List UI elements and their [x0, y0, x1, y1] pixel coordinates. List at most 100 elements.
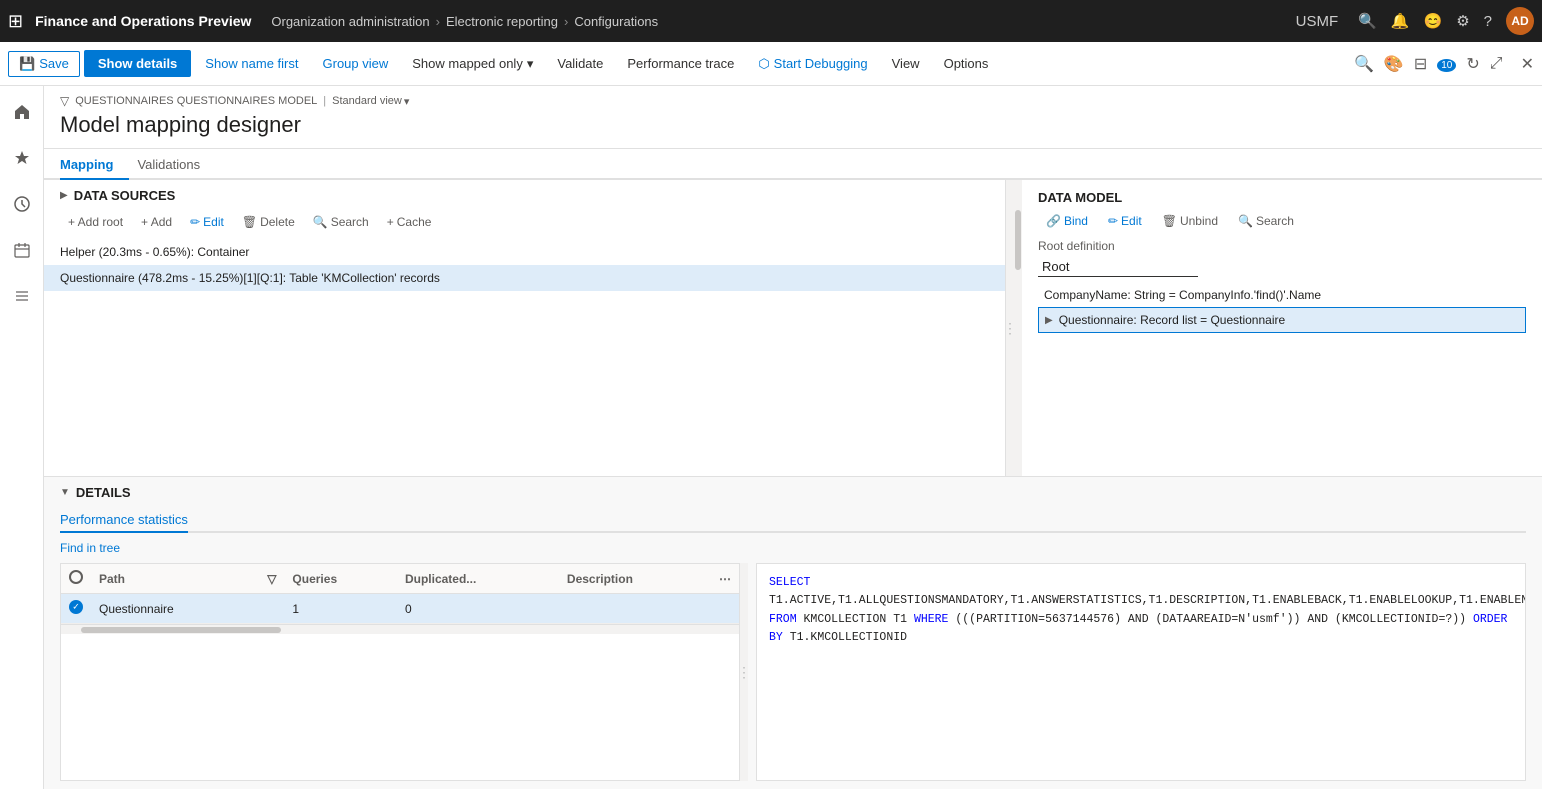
- dm-edit-label: Edit: [1121, 214, 1142, 228]
- dm-toolbar: 🔗 Bind ✏ Edit 🗑 Unbind 🔍: [1038, 211, 1526, 231]
- table-row[interactable]: Questionnaire 1 0: [61, 594, 739, 624]
- view-label: View: [892, 56, 920, 71]
- search-button[interactable]: 🔍 Search: [305, 211, 377, 233]
- sidebar-item-list[interactable]: [4, 278, 40, 314]
- sql-keyword-where: WHERE: [914, 613, 949, 626]
- show-name-first-button[interactable]: Show name first: [195, 50, 308, 77]
- delete-label: Delete: [260, 215, 295, 229]
- tab-performance-statistics[interactable]: Performance statistics: [60, 508, 188, 533]
- drag-handle[interactable]: [1006, 180, 1014, 476]
- cache-icon: +: [387, 215, 394, 229]
- refresh-icon[interactable]: ↻: [1466, 54, 1479, 74]
- datasources-header: ▶ DATA SOURCES: [44, 180, 1005, 211]
- expand-icon[interactable]: ⤢: [1490, 55, 1503, 73]
- breadcrumb: Organization administration › Electronic…: [271, 14, 1295, 29]
- add-root-button[interactable]: + Add root: [60, 211, 131, 233]
- unbind-button[interactable]: 🗑 Unbind: [1154, 211, 1226, 231]
- details-header[interactable]: ▼ DETAILS: [60, 485, 1526, 500]
- sidebar-item-recent[interactable]: [4, 186, 40, 222]
- close-button[interactable]: ✕: [1521, 54, 1534, 74]
- avatar[interactable]: AD: [1506, 7, 1534, 35]
- dm-edit-button[interactable]: ✏ Edit: [1100, 211, 1150, 231]
- performance-trace-button[interactable]: Performance trace: [617, 50, 744, 77]
- search-icon: 🔍: [313, 215, 328, 229]
- view-dropdown[interactable]: Standard view ▾: [332, 95, 409, 108]
- dm-item-questionnaire[interactable]: ▶ Questionnaire: Record list = Questionn…: [1038, 307, 1526, 333]
- filter-icon[interactable]: ▽: [60, 94, 69, 108]
- tab-mapping[interactable]: Mapping: [60, 149, 129, 180]
- edit-button[interactable]: ✏ Edit: [182, 211, 232, 233]
- row-check[interactable]: [61, 594, 91, 624]
- search-toolbar-icon[interactable]: 🔍: [1354, 54, 1374, 74]
- expand-arrow-icon[interactable]: ▶: [1045, 315, 1053, 326]
- app-grid-icon[interactable]: ⊞: [8, 11, 23, 32]
- save-icon: 💾: [19, 56, 35, 72]
- page-title: Model mapping designer: [60, 112, 1526, 138]
- search-icon: 🔍: [1238, 214, 1253, 228]
- group-view-button[interactable]: Group view: [313, 50, 399, 77]
- save-button[interactable]: 💾 Save: [8, 51, 80, 77]
- details-title: DETAILS: [76, 485, 131, 500]
- cache-button[interactable]: + Cache: [379, 211, 440, 233]
- sidebar-item-home[interactable]: [4, 94, 40, 130]
- row-path: Questionnaire: [91, 594, 259, 624]
- sql-content: T1.ACTIVE,T1.ALLQUESTIONSMANDATORY,T1.AN…: [769, 594, 1526, 607]
- split-icon[interactable]: ⊟: [1414, 54, 1427, 74]
- sql-where-clause: (((PARTITION=5637144576) AND (DATAAREAID…: [955, 613, 1473, 626]
- horizontal-scrollbar[interactable]: [61, 624, 739, 634]
- badge-icon[interactable]: 10: [1437, 55, 1456, 73]
- row-checkbox[interactable]: [69, 600, 83, 614]
- app-title: Finance and Operations Preview: [35, 13, 251, 29]
- datasource-item-helper[interactable]: Helper (20.3ms - 0.65%): Container: [44, 239, 1005, 265]
- show-mapped-only-button[interactable]: Show mapped only ▾: [402, 50, 543, 78]
- smiley-icon[interactable]: 😊: [1424, 12, 1443, 30]
- view-button[interactable]: View: [882, 50, 930, 77]
- breadcrumb-sep-2: ›: [564, 14, 568, 29]
- delete-button[interactable]: 🗑 Delete: [234, 211, 303, 233]
- breadcrumb-er[interactable]: Electronic reporting: [446, 14, 558, 29]
- col-check: [61, 564, 91, 594]
- header-checkbox[interactable]: [69, 570, 83, 584]
- dm-item-companyname[interactable]: CompanyName: String = CompanyInfo.'find(…: [1038, 283, 1526, 307]
- breadcrumb-org[interactable]: Organization administration: [271, 14, 429, 29]
- search-icon[interactable]: 🔍: [1358, 12, 1377, 30]
- sidebar-item-calendar[interactable]: [4, 232, 40, 268]
- add-button[interactable]: + Add: [133, 211, 180, 233]
- options-button[interactable]: Options: [934, 50, 999, 77]
- page-breadcrumb: ▽ QUESTIONNAIRES QUESTIONNAIRES MODEL | …: [60, 94, 1526, 108]
- details-collapse-icon[interactable]: ▼: [60, 487, 70, 498]
- sidebar-item-favorites[interactable]: [4, 140, 40, 176]
- vertical-drag-handle[interactable]: ⋮: [740, 563, 748, 781]
- validate-label: Validate: [557, 56, 603, 71]
- help-icon[interactable]: ?: [1484, 13, 1492, 30]
- datasource-questionnaire-label: Questionnaire (478.2ms - 15.25%)[1][Q:1]…: [60, 271, 440, 285]
- dm-search-button[interactable]: 🔍 Search: [1230, 211, 1302, 231]
- start-debugging-button[interactable]: ⬡ Start Debugging: [748, 50, 877, 78]
- bottom-split: Path ▽ Queries Duplicated...: [60, 563, 1526, 781]
- vertical-scrollbar[interactable]: [1014, 180, 1022, 476]
- datasource-helper-label: Helper (20.3ms - 0.65%): Container: [60, 245, 249, 259]
- palette-icon[interactable]: 🎨: [1384, 54, 1404, 74]
- col-filter-icon[interactable]: ▽: [259, 564, 284, 594]
- nav-icons: USMF 🔍 🔔 😊 ⚙ ? AD: [1296, 7, 1534, 35]
- notification-icon[interactable]: 🔔: [1391, 12, 1410, 30]
- col-more[interactable]: ⋯: [711, 564, 739, 594]
- tab-validations[interactable]: Validations: [137, 149, 216, 180]
- breadcrumb-model: QUESTIONNAIRES QUESTIONNAIRES MODEL: [75, 95, 317, 107]
- col-duplicated: Duplicated...: [397, 564, 559, 594]
- root-def-input[interactable]: [1038, 257, 1198, 277]
- details-tabs: Performance statistics: [60, 508, 1526, 533]
- show-details-button[interactable]: Show details: [84, 50, 191, 77]
- datasource-item-questionnaire[interactable]: Questionnaire (478.2ms - 15.25%)[1][Q:1]…: [44, 265, 1005, 291]
- sql-output-box: SELECT T1.ACTIVE,T1.ALLQUESTIONSMANDATOR…: [756, 563, 1526, 781]
- breadcrumb-sep-1: ›: [436, 14, 440, 29]
- bind-button[interactable]: 🔗 Bind: [1038, 211, 1096, 231]
- breadcrumb-config[interactable]: Configurations: [574, 14, 658, 29]
- col-queries: Queries: [284, 564, 397, 594]
- dm-header: DATA MODEL 🔗 Bind ✏ Edit 🗑 Unbind: [1022, 180, 1542, 283]
- settings-icon[interactable]: ⚙: [1456, 12, 1469, 30]
- find-in-tree-link[interactable]: Find in tree: [60, 541, 1526, 555]
- dm-list: CompanyName: String = CompanyInfo.'find(…: [1022, 283, 1542, 476]
- expand-arrow-icon[interactable]: ▶: [60, 190, 68, 201]
- validate-button[interactable]: Validate: [547, 50, 613, 77]
